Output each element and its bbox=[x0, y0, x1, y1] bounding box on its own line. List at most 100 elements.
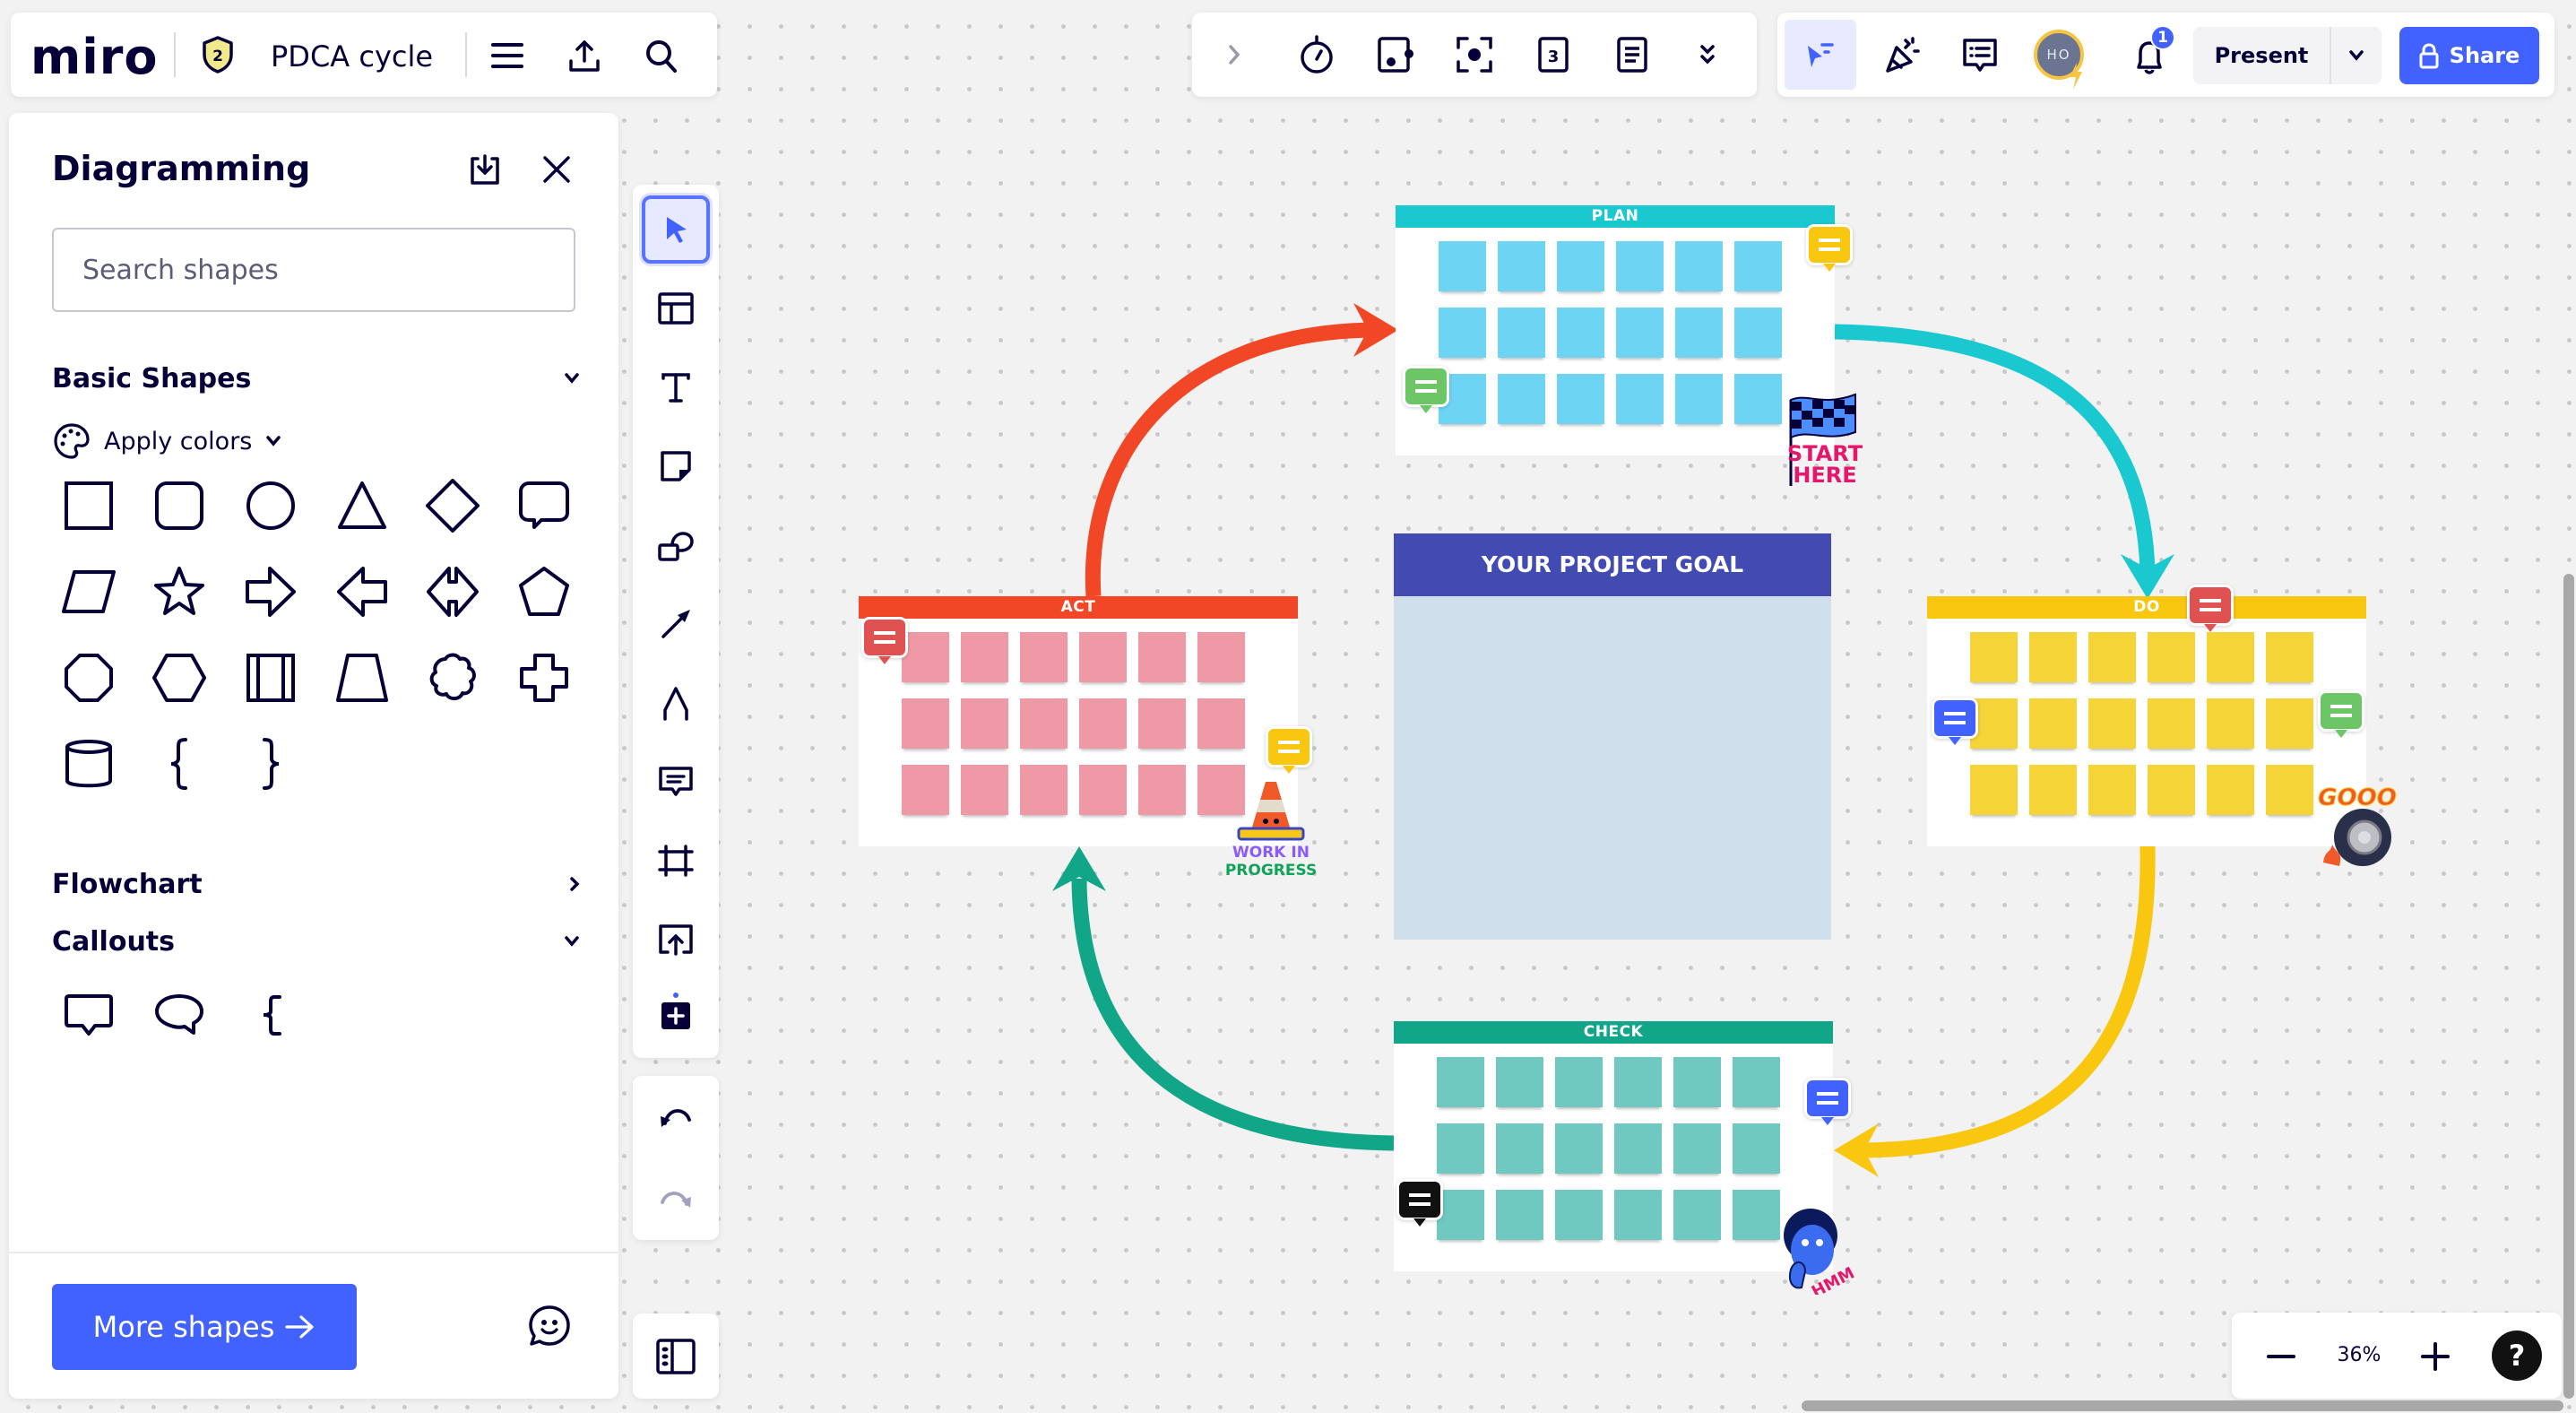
comment-pin[interactable] bbox=[1932, 698, 1978, 745]
arrow-check-to-act[interactable] bbox=[1071, 878, 1395, 1151]
sticky-note[interactable] bbox=[1498, 241, 1545, 291]
zoom-in-button[interactable] bbox=[2413, 1334, 2458, 1379]
sticky-note[interactable] bbox=[1616, 374, 1664, 424]
sticky-note[interactable] bbox=[1555, 1123, 1603, 1174]
sticky-note[interactable] bbox=[961, 765, 1008, 815]
sticky-note[interactable] bbox=[2029, 698, 2077, 749]
sticker-gooo[interactable]: GOOO bbox=[2312, 782, 2402, 871]
arrow-act-to-plan[interactable] bbox=[1085, 322, 1370, 597]
sticky-note[interactable] bbox=[1079, 698, 1127, 749]
sticky-note[interactable] bbox=[1498, 374, 1545, 424]
sticky-note[interactable] bbox=[1020, 698, 1068, 749]
sticky-note[interactable] bbox=[1439, 308, 1486, 358]
sticky-note[interactable] bbox=[2029, 765, 2077, 815]
comment-pin[interactable] bbox=[2187, 585, 2234, 632]
sticky-note[interactable] bbox=[1673, 1057, 1721, 1107]
sticky-note[interactable] bbox=[1733, 1057, 1780, 1107]
sticky-note[interactable] bbox=[1437, 1190, 1484, 1240]
sticky-note[interactable] bbox=[1734, 241, 1782, 291]
sticky-note[interactable] bbox=[1437, 1057, 1484, 1107]
sticky-note[interactable] bbox=[961, 698, 1008, 749]
sticky-note[interactable] bbox=[902, 632, 949, 682]
sticker-work-in-progress[interactable]: WORK IN PROGRESS bbox=[1226, 782, 1316, 880]
frame-do[interactable]: DO bbox=[1927, 596, 2366, 846]
sticky-note[interactable] bbox=[1496, 1190, 1543, 1240]
sticky-note[interactable] bbox=[2029, 632, 2077, 682]
sticky-note[interactable] bbox=[1614, 1190, 1662, 1240]
sticky-note[interactable] bbox=[1138, 632, 1186, 682]
sticky-note[interactable] bbox=[1498, 308, 1545, 358]
frame-check[interactable]: CHECK bbox=[1394, 1021, 1833, 1271]
sticky-note[interactable] bbox=[1555, 1190, 1603, 1240]
project-goal-box[interactable]: YOUR PROJECT GOAL bbox=[1394, 533, 1831, 940]
sticky-note[interactable] bbox=[1197, 632, 1245, 682]
sticky-note[interactable] bbox=[902, 698, 949, 749]
sticky-note[interactable] bbox=[2148, 765, 2195, 815]
sticky-note[interactable] bbox=[1557, 308, 1604, 358]
comment-pin[interactable] bbox=[1806, 224, 1853, 272]
sticky-note[interactable] bbox=[2207, 698, 2254, 749]
sticky-note[interactable] bbox=[1138, 698, 1186, 749]
sticky-note[interactable] bbox=[2088, 765, 2136, 815]
sticky-note[interactable] bbox=[1673, 1123, 1721, 1174]
zoom-out-button[interactable] bbox=[2259, 1334, 2304, 1379]
sticker-text: PROGRESS bbox=[1226, 862, 1316, 880]
sticky-note[interactable] bbox=[2207, 632, 2254, 682]
sticky-note[interactable] bbox=[2088, 632, 2136, 682]
sticky-note[interactable] bbox=[1138, 765, 1186, 815]
sticky-note[interactable] bbox=[1439, 241, 1486, 291]
sticky-note[interactable] bbox=[1079, 765, 1127, 815]
vertical-scrollbar[interactable] bbox=[2563, 574, 2574, 1399]
sticky-note[interactable] bbox=[1616, 308, 1664, 358]
sticky-note[interactable] bbox=[1673, 1190, 1721, 1240]
help-button[interactable]: ? bbox=[2492, 1331, 2542, 1381]
sticky-note[interactable] bbox=[1557, 241, 1604, 291]
arrow-plan-to-do[interactable] bbox=[1834, 324, 2156, 575]
sticky-note[interactable] bbox=[1616, 241, 1664, 291]
sticky-note[interactable] bbox=[961, 632, 1008, 682]
arrow-do-to-check[interactable] bbox=[1863, 845, 2156, 1158]
minus-icon bbox=[2267, 1355, 2295, 1358]
sticky-note[interactable] bbox=[1614, 1123, 1662, 1174]
sticky-note[interactable] bbox=[2088, 698, 2136, 749]
sticky-note[interactable] bbox=[1970, 765, 2018, 815]
comment-pin[interactable] bbox=[1396, 1179, 1443, 1227]
sticky-note[interactable] bbox=[1197, 698, 1245, 749]
sticky-note[interactable] bbox=[2266, 765, 2313, 815]
sticky-note[interactable] bbox=[1555, 1057, 1603, 1107]
sticky-note[interactable] bbox=[1675, 308, 1723, 358]
sticky-note[interactable] bbox=[1733, 1123, 1780, 1174]
sticky-note[interactable] bbox=[1496, 1123, 1543, 1174]
sticky-note[interactable] bbox=[1675, 374, 1723, 424]
comment-pin[interactable] bbox=[861, 617, 908, 664]
sticky-note[interactable] bbox=[1020, 765, 1068, 815]
sticky-note[interactable] bbox=[1614, 1057, 1662, 1107]
sticky-note[interactable] bbox=[2266, 632, 2313, 682]
sticky-note[interactable] bbox=[902, 765, 949, 815]
comment-pin[interactable] bbox=[1403, 366, 1449, 413]
sticky-note[interactable] bbox=[1970, 632, 2018, 682]
sticker-text: HERE bbox=[1793, 463, 1856, 488]
sticky-note[interactable] bbox=[1733, 1190, 1780, 1240]
sticky-note[interactable] bbox=[2148, 632, 2195, 682]
traffic-cone-icon: WORK IN PROGRESS bbox=[1226, 782, 1316, 880]
sticky-note[interactable] bbox=[2148, 698, 2195, 749]
sticky-note[interactable] bbox=[1496, 1057, 1543, 1107]
sticky-note[interactable] bbox=[1557, 374, 1604, 424]
sticky-note[interactable] bbox=[1675, 241, 1723, 291]
sticky-note[interactable] bbox=[1734, 308, 1782, 358]
comment-pin[interactable] bbox=[2318, 690, 2364, 738]
sticker-start-here[interactable]: START HERE bbox=[1785, 387, 1863, 488]
sticky-note[interactable] bbox=[1734, 374, 1782, 424]
comment-pin[interactable] bbox=[1266, 726, 1312, 774]
sticky-note[interactable] bbox=[2207, 765, 2254, 815]
sticky-note[interactable] bbox=[1020, 632, 1068, 682]
horizontal-scrollbar[interactable] bbox=[1802, 1400, 2563, 1411]
sticker-hmm[interactable]: HMM bbox=[1775, 1205, 1855, 1295]
comment-pin[interactable] bbox=[1804, 1078, 1851, 1125]
sticky-note[interactable] bbox=[2266, 698, 2313, 749]
zoom-level[interactable]: 36% bbox=[2325, 1313, 2393, 1399]
sticky-note[interactable] bbox=[1079, 632, 1127, 682]
sticky-note[interactable] bbox=[1437, 1123, 1484, 1174]
frame-plan[interactable]: PLAN bbox=[1396, 205, 1835, 455]
